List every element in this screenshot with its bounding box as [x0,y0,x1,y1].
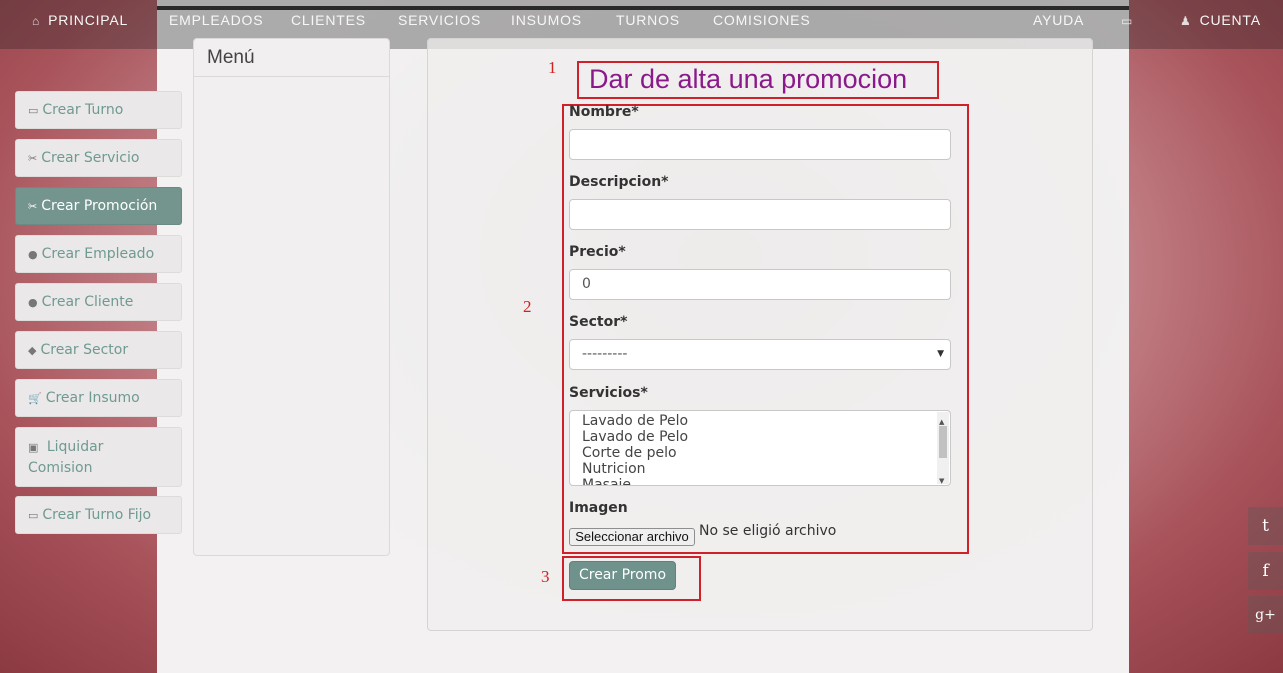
menu-divider [194,76,389,77]
sidebar-item-crear-turno[interactable]: ▭ Crear Turno [15,91,182,129]
precio-label: Precio* [569,244,626,260]
facebook-icon[interactable]: f [1248,552,1283,590]
sidebar-item-label: Crear Promoción [41,197,158,214]
nav-clientes[interactable]: CLIENTES [291,12,366,28]
cart-icon: 🛒 [28,391,42,405]
scissors-icon: ✂ [28,199,38,213]
annotation-number-3: 3 [541,567,550,586]
annotation-number-1: 1 [548,58,557,77]
nav-empleados[interactable]: EMPLEADOS [169,12,263,28]
sidebar-item-crear-promocion[interactable]: ✂ Crear Promoción [15,187,182,225]
nav-insumos[interactable]: INSUMOS [511,12,582,28]
liquidar-comision-text: Liquidar Comision [28,439,104,476]
calendar-icon: ▭ [28,103,39,117]
user-icon: ● [28,295,38,309]
scroll-down-icon[interactable]: ▼ [939,473,944,485]
sidebar-item-label: Crear Sector [40,341,129,358]
sidebar-item-crear-insumo[interactable]: 🛒 Crear Insumo [15,379,182,417]
file-select-button[interactable]: Seleccionar archivo [569,528,695,546]
scissors-icon: ✂ [28,151,38,165]
sidebar-menu: Menú [193,38,390,556]
servicios-label: Servicios* [569,385,648,401]
sidebar-item-crear-turno-fijo[interactable]: ▭ Crear Turno Fijo [15,496,182,534]
scrollbar[interactable]: ▲ ▼ [937,412,949,485]
nav-cuenta[interactable]: ♟ CUENTA [1180,12,1261,28]
tags-icon: ◆ [28,343,37,357]
sidebar-item-label: Crear Servicio [41,149,140,166]
sidebar-item-liquidar-comision[interactable]: ▣ Liquidar Comision [15,427,182,487]
nav-cuenta-label: CUENTA [1199,12,1261,28]
nav-principal[interactable]: ⌂ PRINCIPAL [32,12,128,28]
descripcion-field[interactable] [569,199,951,230]
sector-select[interactable]: --------- ▼ [569,339,951,370]
annotation-number-2: 2 [523,297,532,316]
file-status-text: No se eligió archivo [699,523,837,539]
twitter-icon[interactable]: t [1248,507,1283,545]
sidebar-item-label: Crear Cliente [41,293,134,310]
list-item[interactable]: Masaje [582,477,950,485]
sector-selected-value: --------- [582,346,628,362]
descripcion-label: Descripcion* [569,174,669,190]
nav-turnos[interactable]: TURNOS [616,12,680,28]
chevron-down-icon: ▼ [937,349,944,359]
list-item[interactable]: Corte de pelo [582,445,950,461]
nombre-field[interactable] [569,129,951,160]
nombre-label: Nombre* [569,104,639,120]
list-item[interactable]: Lavado de Pelo [582,429,950,445]
sidebar-item-crear-servicio[interactable]: ✂ Crear Servicio [15,139,182,177]
sidebar-item-crear-cliente[interactable]: ● Crear Cliente [15,283,182,321]
list-item[interactable]: Nutricion [582,461,950,477]
scroll-thumb[interactable] [939,426,947,458]
sidebar-item-label: Crear Insumo [45,389,140,406]
sector-label: Sector* [569,314,628,330]
nav-comisiones[interactable]: COMISIONES [713,12,810,28]
nav-principal-label: PRINCIPAL [48,12,129,28]
list-item[interactable]: Lavado de Pelo [582,413,950,429]
servicios-multiselect[interactable]: Lavado de Pelo Lavado de Pelo Corte de p… [569,410,951,486]
menu-title: Menú [207,47,255,68]
sidebar-item-label: Crear Turno Fijo [42,506,152,523]
calendar-icon: ▭ [1121,14,1134,28]
sidebar-item-label: ▣ Liquidar Comision [28,437,138,479]
user-icon: ● [28,247,38,261]
page-title: Dar de alta una promocion [589,64,908,94]
nav-servicios[interactable]: SERVICIOS [398,12,481,28]
nav-ayuda[interactable]: AYUDA [1033,12,1084,28]
money-icon: ▣ [28,441,39,454]
sidebar-item-label: Crear Empleado [41,245,155,262]
user-icon: ♟ [1180,14,1192,28]
home-icon: ⌂ [32,14,41,28]
sidebar-item-label: Crear Turno [42,101,124,118]
nav-calendar[interactable]: ▭ [1121,12,1141,28]
google-plus-icon[interactable]: g+ [1248,596,1283,634]
calendar-icon: ▭ [28,508,39,522]
crear-promo-button[interactable]: Crear Promo [569,561,676,590]
imagen-label: Imagen [569,500,628,516]
precio-field[interactable]: 0 [569,269,951,300]
sidebar-item-crear-sector[interactable]: ◆ Crear Sector [15,331,182,369]
sidebar-item-crear-empleado[interactable]: ● Crear Empleado [15,235,182,273]
